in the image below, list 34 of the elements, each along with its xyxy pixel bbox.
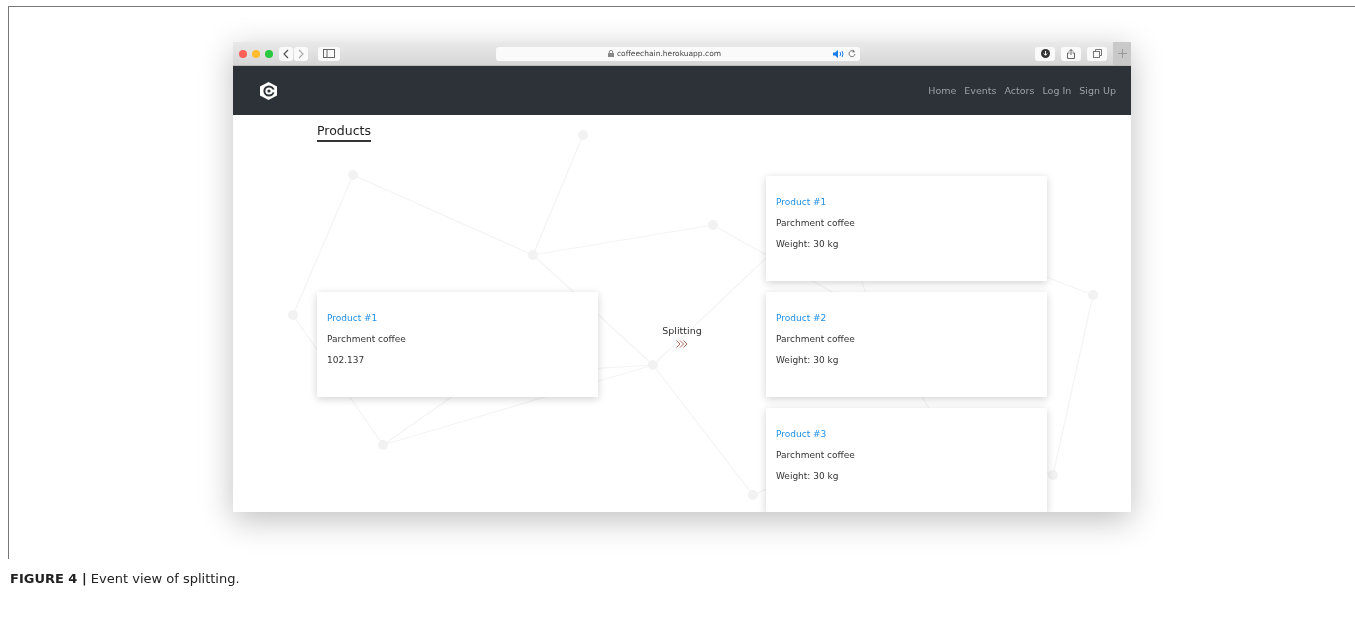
sidebar-button[interactable] xyxy=(318,46,340,61)
lock-icon xyxy=(607,50,614,57)
tabs-button[interactable] xyxy=(1087,46,1107,61)
nav-link[interactable]: Events xyxy=(964,85,997,96)
product-detail: Weight: 30 kg xyxy=(776,471,840,481)
download-button[interactable] xyxy=(1035,46,1055,61)
nav-link[interactable]: Actors xyxy=(1004,85,1035,96)
speaker-icon[interactable] xyxy=(833,49,844,58)
product-title: Product #3 xyxy=(776,429,828,439)
product-detail: Weight: 30 kg xyxy=(776,355,840,365)
product-name: Parchment coffee xyxy=(776,334,856,344)
reload-icon[interactable] xyxy=(848,49,856,58)
nav-link[interactable]: Sign Up xyxy=(1079,85,1116,96)
tabs-icon[interactable] xyxy=(1092,49,1102,58)
logo-icon[interactable] xyxy=(260,81,277,100)
product-name: Parchment coffee xyxy=(327,334,407,344)
close-icon[interactable] xyxy=(239,49,247,58)
nav-link[interactable]: Home xyxy=(928,85,957,96)
page-title: Products xyxy=(317,123,371,142)
figure-caption: FIGURE 4 | Event view of splitting. xyxy=(9,571,241,586)
product-name: Parchment coffee xyxy=(776,218,856,228)
product-detail: Weight: 30 kg xyxy=(776,239,840,249)
download-icon[interactable] xyxy=(1040,49,1050,58)
product-detail: 102.137 xyxy=(327,355,366,365)
chevrons-icon xyxy=(676,340,688,348)
share-button[interactable] xyxy=(1061,46,1081,61)
product-name: Parchment coffee xyxy=(776,450,856,460)
event-label: Splitting xyxy=(662,325,702,336)
share-icon[interactable] xyxy=(1067,48,1075,59)
product-title: Product #1 xyxy=(776,197,828,207)
product-title: Product #2 xyxy=(776,313,828,323)
sidebar-icon[interactable] xyxy=(323,49,335,58)
product-title: Product #1 xyxy=(327,313,379,323)
nav-link[interactable]: Log In xyxy=(1042,85,1072,96)
